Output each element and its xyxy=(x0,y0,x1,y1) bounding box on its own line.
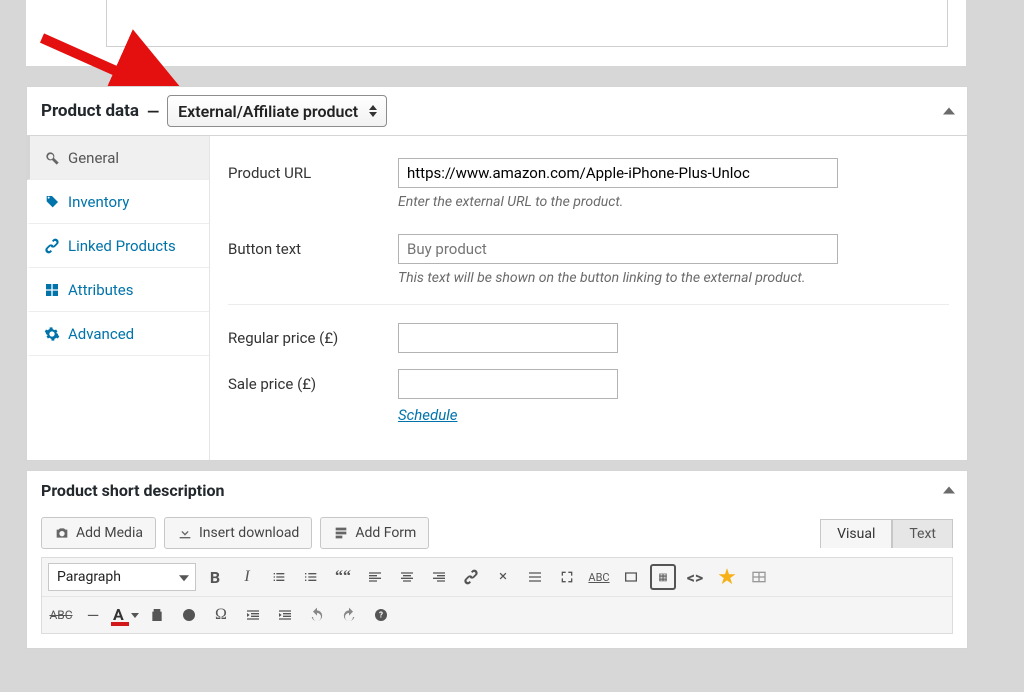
collapse-panel-toggle[interactable] xyxy=(943,108,955,115)
product-data-tabs: General Inventory Linked Products xyxy=(27,136,210,460)
redo-button[interactable] xyxy=(336,602,362,628)
product-url-label: Product URL xyxy=(228,158,398,182)
button-text-help: This text will be shown on the button li… xyxy=(398,270,949,286)
insert-table-button[interactable] xyxy=(746,564,772,590)
product-type-selected: External/Affiliate product xyxy=(178,102,358,121)
updown-icon xyxy=(366,102,380,120)
distraction-free-button[interactable] xyxy=(618,564,644,590)
tab-advanced-label: Advanced xyxy=(68,325,134,343)
sale-price-label: Sale price (£) xyxy=(228,369,398,393)
tab-attributes[interactable]: Attributes xyxy=(27,268,209,312)
horizontal-rule-button[interactable]: — xyxy=(80,602,106,628)
link-icon xyxy=(44,238,60,254)
bullet-list-button[interactable] xyxy=(266,564,292,590)
toolbar-toggle-button[interactable]: ▦ xyxy=(650,564,676,590)
editor-placeholder-frame xyxy=(106,0,948,47)
tab-general[interactable]: General xyxy=(27,136,209,180)
paragraph-select[interactable]: Paragraph xyxy=(48,563,196,591)
remove-link-button[interactable] xyxy=(490,564,516,590)
tab-visual[interactable]: Visual xyxy=(820,519,892,548)
svg-text:?: ? xyxy=(379,611,383,620)
add-media-label: Add Media xyxy=(76,525,143,541)
sale-price-input[interactable] xyxy=(398,369,618,399)
numbered-list-button[interactable] xyxy=(298,564,324,590)
product-url-help: Enter the external URL to the product. xyxy=(398,194,949,210)
tag-icon xyxy=(44,194,60,210)
schedule-link[interactable]: Schedule xyxy=(398,406,457,424)
insert-download-label: Insert download xyxy=(199,525,299,541)
bold-button[interactable]: B xyxy=(202,564,228,590)
tab-general-label: General xyxy=(68,149,119,167)
align-left-button[interactable] xyxy=(362,564,388,590)
insert-link-button[interactable] xyxy=(458,564,484,590)
tab-advanced[interactable]: Advanced xyxy=(27,312,209,356)
add-media-button[interactable]: Add Media xyxy=(41,517,156,549)
tab-text[interactable]: Text xyxy=(892,519,953,548)
gear-icon xyxy=(44,326,60,342)
product-url-input[interactable] xyxy=(398,158,838,188)
fullscreen-button[interactable] xyxy=(554,564,580,590)
code-button[interactable]: <> xyxy=(682,564,708,590)
undo-button[interactable] xyxy=(304,602,330,628)
tab-inventory[interactable]: Inventory xyxy=(27,180,209,224)
tab-linked-label: Linked Products xyxy=(68,237,176,255)
align-right-button[interactable] xyxy=(426,564,452,590)
form-icon xyxy=(333,525,349,541)
panel-title: Product data xyxy=(41,101,139,121)
tab-inventory-label: Inventory xyxy=(68,193,129,211)
short-description-title: Product short description xyxy=(41,481,224,500)
editor-toolbar: Paragraph B I ““ xyxy=(41,557,953,634)
collapse-desc-toggle[interactable] xyxy=(943,487,955,494)
camera-icon xyxy=(54,525,70,541)
strikethrough-button[interactable]: ABC xyxy=(48,602,74,628)
text-color-button[interactable]: A xyxy=(112,602,138,628)
fields-area: Product URL Enter the external URL to th… xyxy=(210,136,967,460)
short-description-panel: Product short description Add Media Inse… xyxy=(26,470,968,649)
short-description-header: Product short description xyxy=(27,471,967,509)
help-button[interactable]: ? xyxy=(368,602,394,628)
tab-linked-products[interactable]: Linked Products xyxy=(27,224,209,268)
blockquote-button[interactable]: ““ xyxy=(330,564,356,590)
clear-formatting-button[interactable] xyxy=(176,602,202,628)
outdent-button[interactable] xyxy=(240,602,266,628)
button-text-label: Button text xyxy=(228,234,398,258)
paste-text-button[interactable] xyxy=(144,602,170,628)
button-text-input[interactable] xyxy=(398,234,838,264)
regular-price-input[interactable] xyxy=(398,323,618,353)
tab-attributes-label: Attributes xyxy=(68,281,134,299)
add-form-button[interactable]: Add Form xyxy=(320,517,429,549)
wrench-icon xyxy=(44,150,60,166)
download-icon xyxy=(177,525,193,541)
align-center-button[interactable] xyxy=(394,564,420,590)
insert-more-button[interactable] xyxy=(522,564,548,590)
product-type-select[interactable]: External/Affiliate product xyxy=(167,95,387,127)
grid-icon xyxy=(44,282,60,298)
add-form-label: Add Form xyxy=(355,525,416,541)
spellcheck-button[interactable]: ABC xyxy=(586,564,612,590)
special-character-button[interactable]: Ω xyxy=(208,602,234,628)
italic-button[interactable]: I xyxy=(234,564,260,590)
regular-price-label: Regular price (£) xyxy=(228,323,398,347)
product-data-panel: Product data — External/Affiliate produc… xyxy=(26,86,968,461)
panel-header: Product data — External/Affiliate produc… xyxy=(27,87,967,136)
star-icon[interactable]: ★ xyxy=(714,564,740,590)
insert-download-button[interactable]: Insert download xyxy=(164,517,312,549)
indent-button[interactable] xyxy=(272,602,298,628)
